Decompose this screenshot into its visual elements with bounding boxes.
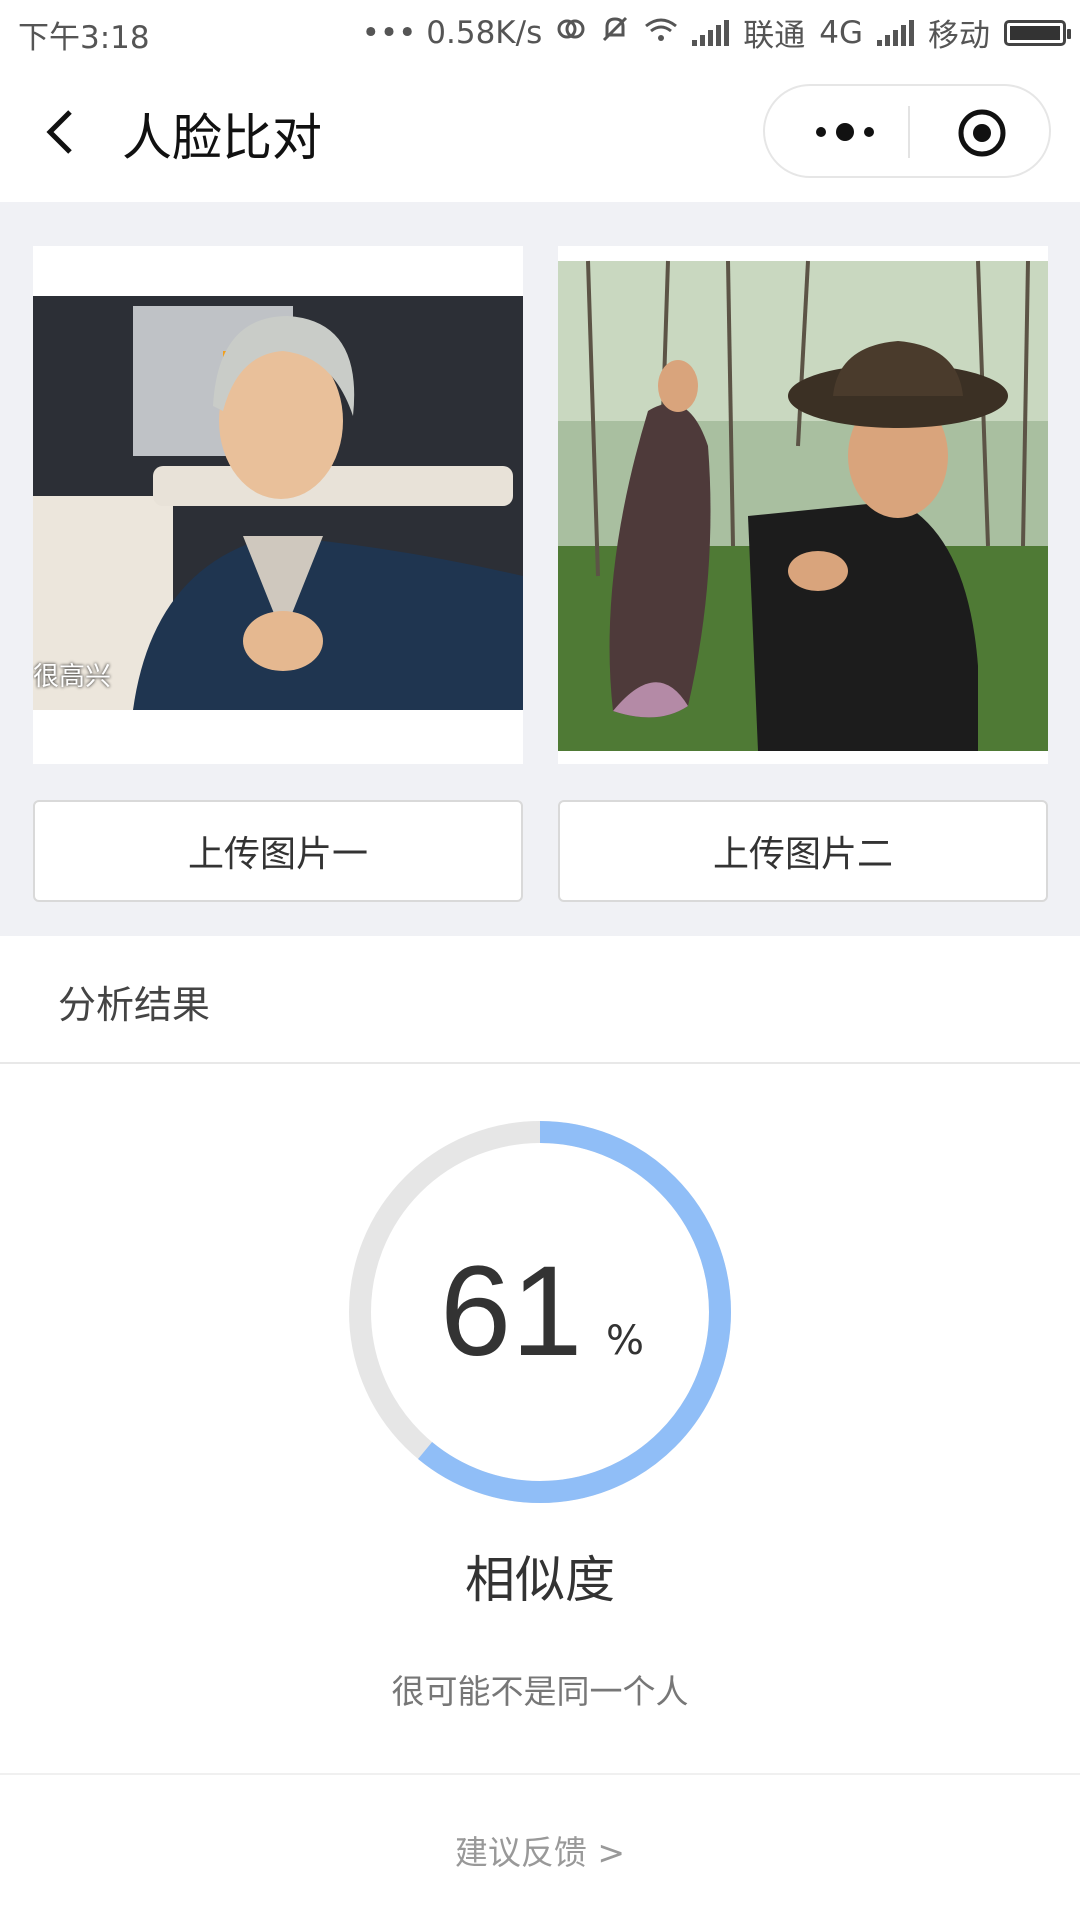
feedback-link[interactable]: 建议反馈 > <box>0 1826 1080 1874</box>
section-title-analysis: 分析结果 <box>58 983 211 1027</box>
percent-sign: % <box>606 1318 645 1364</box>
wifi-icon <box>644 15 678 51</box>
similarity-label: 相似度 <box>465 1551 615 1609</box>
section-divider <box>0 1062 1080 1064</box>
signal-icon-1 <box>692 19 730 46</box>
capsule-divider <box>908 106 910 158</box>
close-miniprogram-icon[interactable] <box>957 108 1007 158</box>
network-type: 4G <box>819 14 863 51</box>
similarity-value: 61 <box>440 1240 583 1383</box>
photo-1-caption: 很高兴 <box>33 662 112 692</box>
footer-divider <box>0 1773 1080 1775</box>
more-dots-icon[interactable] <box>805 116 885 148</box>
status-time: 下午3:18 <box>18 20 150 56</box>
back-arrow-icon[interactable] <box>40 102 80 162</box>
status-bar: 下午3:18 ••• 0.58K/s 联通 4G 移动 <box>0 0 1080 62</box>
status-right-cluster: ••• 0.58K/s 联通 4G 移动 <box>361 10 1071 55</box>
mute-icon <box>600 14 630 52</box>
nav-bar: 人脸比对 <box>0 62 1080 202</box>
verdict-text: 很可能不是同一个人 <box>391 1672 689 1711</box>
upload-image-1-button[interactable]: 上传图片一 <box>33 800 523 902</box>
face-photo-1[interactable]: 很高兴 <box>33 246 523 764</box>
network-speed: ••• 0.58K/s <box>361 14 543 51</box>
face-photo-2[interactable] <box>558 246 1048 764</box>
sync-icon <box>556 15 586 51</box>
carrier-1: 联通 <box>743 18 806 54</box>
upload-image-2-button[interactable]: 上传图片二 <box>558 800 1048 902</box>
page-title: 人脸比对 <box>122 109 322 167</box>
signal-icon-2 <box>877 19 914 46</box>
photo-compare-area: 很高兴 上传图片一 上传图片二 <box>0 202 1080 936</box>
mini-program-capsule <box>763 84 1051 178</box>
battery-icon <box>1004 19 1071 46</box>
carrier-2: 移动 <box>928 18 990 54</box>
